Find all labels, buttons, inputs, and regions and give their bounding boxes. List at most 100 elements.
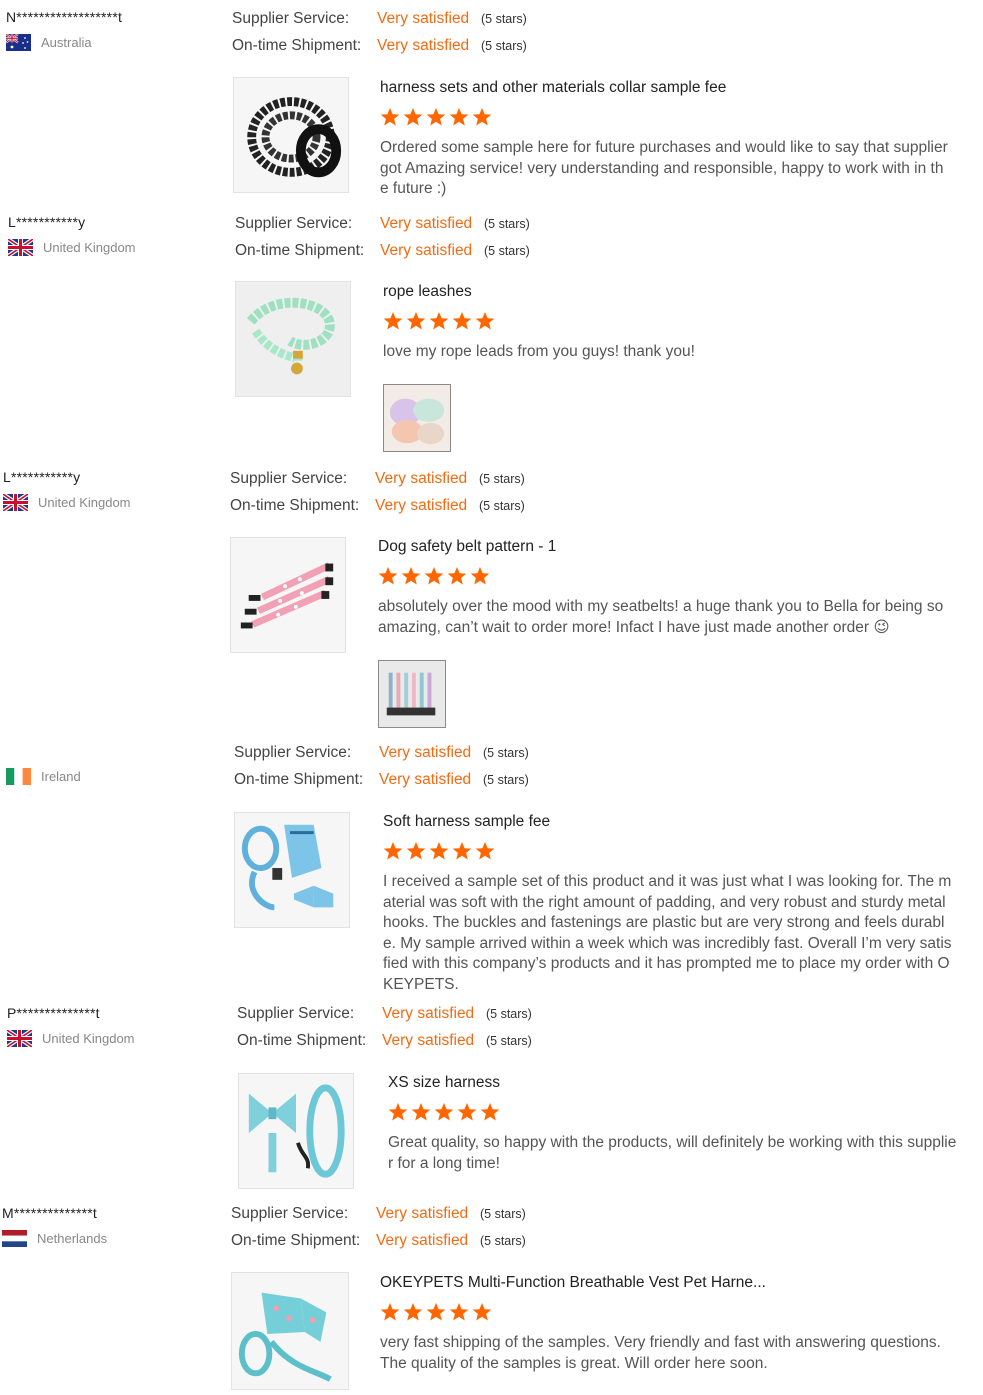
supplier-service-label: Supplier Service: [232,9,350,27]
product-title[interactable]: XS size harness [388,1073,958,1093]
ontime-shipment-stars: (5 stars) [486,1034,532,1049]
product-title[interactable]: rope leashes [383,282,953,302]
review-content: rope leashes love my rope leads from you… [383,282,953,363]
buyer-country: United Kingdom [7,1030,222,1047]
star-icon [383,841,403,861]
country-name: Ireland [41,769,81,784]
product-thumbnail[interactable] [238,1073,354,1189]
supplier-service-label: Supplier Service: [237,1004,355,1022]
star-icon [403,107,423,127]
buyer-info: N******************t Australia [6,8,221,51]
star-icon [411,1102,431,1122]
review-content: XS size harness Great quality, so happy … [388,1073,958,1174]
rope-leashes-photo [384,385,450,451]
seatbelts-photo [379,661,445,727]
buyer-name: L***********y [3,469,81,485]
star-icon [457,1102,477,1122]
supplier-service-value: Very satisfied [380,214,473,232]
buyer-country: United Kingdom [3,494,218,511]
country-name: United Kingdom [42,1031,135,1046]
supplier-service-stars: (5 stars) [483,745,529,760]
supplier-service-label: Supplier Service: [234,743,352,761]
buyer-info: M**************t Netherlands [2,1204,217,1247]
product-title[interactable]: OKEYPETS Multi-Function Breathable Vest … [380,1273,950,1293]
product-thumbnail[interactable] [233,77,349,193]
supplier-service-stars: (5 stars) [480,1206,526,1221]
seller-ratings: Supplier Service: Very satisfied (5 stars)… [231,1200,526,1255]
product-thumbnail[interactable] [231,1272,349,1390]
review-photo[interactable] [383,384,451,452]
star-icon [434,1102,454,1122]
product-thumbnail[interactable] [230,537,346,653]
star-icon [472,1302,492,1322]
supplier-service-stars: (5 stars) [486,1006,532,1021]
star-icon [472,107,492,127]
product-title[interactable]: harness sets and other materials collar … [380,78,950,98]
star-icon [426,107,446,127]
star-icon [406,841,426,861]
star-icon [452,841,472,861]
star-icon [380,1302,400,1322]
star-icon [378,566,398,586]
star-icon [401,566,421,586]
country-name: Netherlands [37,1231,108,1246]
star-icon [426,1302,446,1322]
supplier-service-stars: (5 stars) [484,216,530,231]
star-icon [380,107,400,127]
ontime-shipment-label: On-time Shipment: [230,497,360,515]
blue-harness-set-image [235,813,349,927]
review-comment: absolutely over the mood with my seatbel… [378,598,944,636]
product-title[interactable]: Soft harness sample fee [383,812,953,832]
ontime-shipment-value: Very satisfied [377,37,470,55]
supplier-service-value: Very satisfied [376,1204,469,1222]
supplier-service-label: Supplier Service: [230,469,348,487]
ontime-shipment-stars: (5 stars) [481,39,527,54]
country-name: United Kingdom [38,495,131,510]
review-photo[interactable] [378,660,446,728]
uk-flag-icon [3,494,28,511]
seller-ratings: Supplier Service: Very satisfied (5 stars)… [232,5,527,60]
netherlands-flag-icon [2,1230,27,1247]
ontime-shipment-stars: (5 stars) [483,773,529,788]
ontime-shipment-label: On-time Shipment: [231,1232,361,1250]
star-rating [388,1102,958,1124]
star-rating [383,841,953,863]
supplier-service-stars: (5 stars) [481,11,527,26]
seller-ratings: Supplier Service: Very satisfied (5 stars)… [234,739,529,794]
star-rating [378,566,948,588]
review-content: OKEYPETS Multi-Function Breathable Vest … [380,1273,950,1374]
product-thumbnail[interactable] [234,812,350,928]
buyer-info: L***********y United Kingdom [8,213,223,256]
ontime-shipment-stars: (5 stars) [479,499,525,514]
buyer-name: L***********y [8,214,86,230]
ontime-shipment-stars: (5 stars) [480,1234,526,1249]
product-thumbnail[interactable] [235,281,351,397]
buyer-country: Netherlands [2,1230,217,1247]
ontime-shipment-stars: (5 stars) [484,244,530,259]
buyer-country: United Kingdom [8,239,223,256]
mint-rope-leash-image [236,282,350,396]
seller-ratings: Supplier Service: Very satisfied (5 stars)… [235,210,530,265]
supplier-service-value: Very satisfied [377,9,470,27]
star-icon [447,566,467,586]
star-rating [380,107,950,129]
supplier-service-value: Very satisfied [379,743,472,761]
star-icon [470,566,490,586]
supplier-service-label: Supplier Service: [231,1204,349,1222]
ontime-shipment-value: Very satisfied [376,1232,469,1250]
ontime-shipment-value: Very satisfied [380,242,473,260]
buyer-name [6,742,221,760]
country-name: United Kingdom [43,240,136,255]
star-icon [383,311,403,331]
uk-flag-icon [8,239,33,256]
ontime-shipment-label: On-time Shipment: [237,1032,367,1050]
review-comment: Ordered some sample here for future purc… [380,139,948,198]
product-title[interactable]: Dog safety belt pattern - 1 [378,537,948,557]
ontime-shipment-value: Very satisfied [379,771,472,789]
star-rating [380,1302,950,1324]
supplier-service-value: Very satisfied [375,469,468,487]
buyer-name: M**************t [2,1205,98,1221]
star-icon [452,311,472,331]
review-comment: very fast shipping of the samples. Very … [380,1334,941,1372]
breathable-vest-harness-image [232,1273,348,1389]
